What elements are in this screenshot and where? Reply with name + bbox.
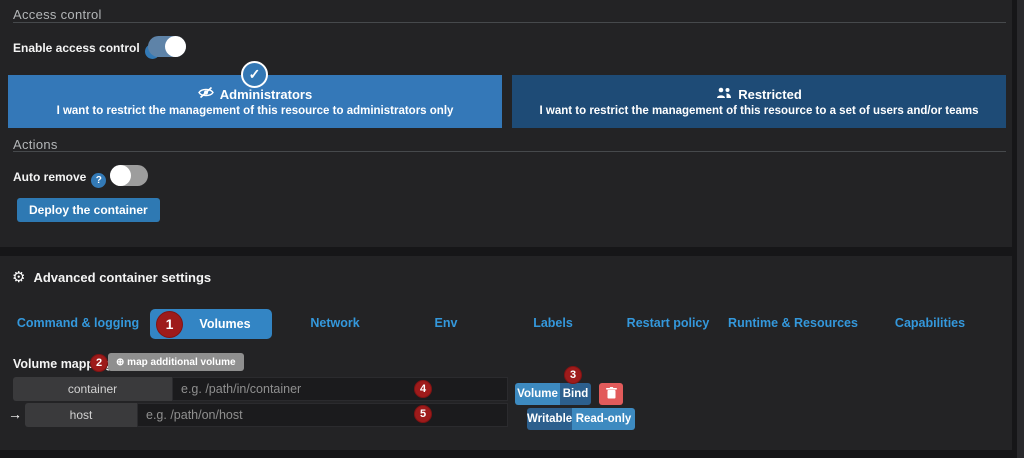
plus-circle-icon: ⊕	[116, 357, 124, 368]
annotation-badge-4: 4	[414, 380, 432, 398]
access-control-divider	[13, 22, 1006, 23]
tab-volumes-label: Volumes	[199, 317, 250, 331]
readonly-mode-button[interactable]: Read-only	[572, 408, 635, 430]
tab-capabilities[interactable]: Capabilities	[895, 316, 965, 330]
host-path-input[interactable]	[137, 403, 508, 427]
tab-restart-policy[interactable]: Restart policy	[627, 316, 710, 330]
users-icon	[716, 87, 732, 102]
enable-access-control-toggle[interactable]	[148, 36, 186, 57]
access-control-header: Access control	[13, 7, 102, 22]
access-option-restricted[interactable]: Restricted I want to restrict the manage…	[512, 75, 1006, 128]
gear-icon: ⚙	[12, 268, 25, 286]
selected-check-icon: ✓	[241, 61, 268, 88]
card-description: I want to restrict the management of thi…	[57, 105, 454, 117]
card-description: I want to restrict the management of thi…	[539, 105, 978, 117]
auto-remove-toggle[interactable]	[110, 165, 148, 186]
map-additional-volume-button[interactable]: ⊕ map additional volume	[108, 353, 244, 371]
annotation-badge-3: 3	[564, 366, 582, 384]
tab-command-logging[interactable]: Command & logging	[17, 316, 139, 330]
volume-type-button[interactable]: Volume	[515, 383, 560, 405]
deploy-container-button[interactable]: Deploy the container	[17, 198, 160, 222]
container-addon-label: container	[13, 377, 172, 401]
scrollbar-track[interactable]	[1017, 0, 1024, 458]
advanced-settings-panel: ⚙ Advanced container settings Command & …	[0, 256, 1012, 450]
tab-labels[interactable]: Labels	[533, 316, 573, 330]
writable-mode-button[interactable]: Writable	[527, 408, 572, 430]
annotation-badge-2: 2	[90, 354, 108, 372]
annotation-badge-5: 5	[414, 405, 432, 423]
trash-icon	[606, 387, 617, 402]
advanced-settings-title: Advanced container settings	[33, 270, 211, 285]
enable-access-control-label: Enable access control	[13, 41, 140, 55]
auto-remove-label: Auto remove	[13, 170, 86, 184]
help-icon[interactable]: ?	[91, 173, 106, 188]
card-title: Restricted	[738, 87, 802, 102]
bind-type-button[interactable]: Bind	[560, 383, 591, 405]
tab-runtime-resources[interactable]: Runtime & Resources	[728, 316, 858, 330]
eye-slash-icon	[198, 86, 214, 102]
tab-network[interactable]: Network	[310, 316, 359, 330]
remove-volume-button[interactable]	[599, 383, 623, 405]
actions-header: Actions	[13, 137, 58, 152]
actions-divider	[13, 151, 1006, 152]
annotation-badge-1: 1	[156, 311, 183, 338]
toggle-knob	[110, 165, 131, 186]
arrow-right-icon: →	[8, 406, 22, 422]
card-title: Administrators	[220, 87, 312, 102]
tab-env[interactable]: Env	[435, 316, 458, 330]
toggle-knob	[165, 36, 186, 57]
host-addon-label: host	[25, 403, 137, 427]
access-control-panel: Access control Enable access control? ✓ …	[0, 0, 1012, 247]
container-path-input[interactable]	[172, 377, 508, 401]
map-additional-volume-label: map additional volume	[127, 357, 235, 368]
